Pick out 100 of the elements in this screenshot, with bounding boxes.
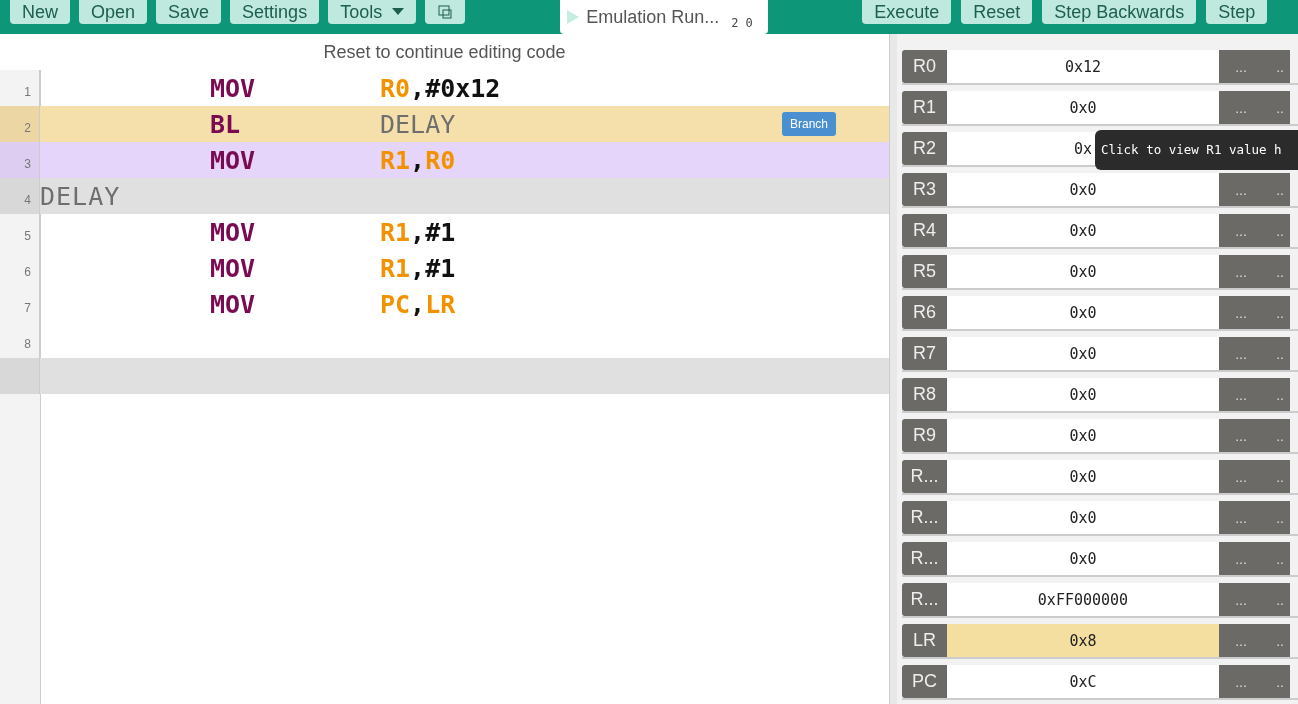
more-button[interactable]: ... <box>1219 665 1263 698</box>
more-button[interactable]: ... <box>1219 460 1263 493</box>
more-button[interactable]: .. <box>1263 255 1290 288</box>
more-button[interactable]: ... <box>1219 255 1263 288</box>
register-name: R0 <box>902 50 947 83</box>
register-value[interactable]: 0x0 <box>947 337 1219 370</box>
register-name: R3 <box>902 173 947 206</box>
register-name: R8 <box>902 378 947 411</box>
register-value[interactable]: 0x0 <box>947 255 1219 288</box>
register-name: R5 <box>902 255 947 288</box>
more-button[interactable]: ... <box>1219 214 1263 247</box>
status-text: Emulation Run... <box>586 6 720 28</box>
line-number: 8 <box>24 337 31 351</box>
more-button[interactable]: ... <box>1219 337 1263 370</box>
caret-icon <box>392 8 405 16</box>
more-button[interactable]: .. <box>1263 173 1290 206</box>
mnemonic: MOV <box>210 73 256 103</box>
more-button[interactable]: ... <box>1219 91 1263 124</box>
register-value[interactable]: 0x0 <box>947 378 1219 411</box>
branch-badge: Branch <box>782 112 837 136</box>
toolbar-button[interactable]: Settings <box>230 0 320 24</box>
register-name: R2 <box>902 132 947 165</box>
register-name: R... <box>902 501 947 534</box>
more-button[interactable]: .. <box>1263 624 1290 657</box>
register-value[interactable]: 0x0 <box>947 296 1219 329</box>
operands: R1,#1 <box>380 253 456 283</box>
operands: R0,#0x12 <box>380 73 501 103</box>
register-value[interactable]: 0x8 <box>947 624 1219 657</box>
line-number: 6 <box>24 265 31 279</box>
mnemonic: MOV <box>210 217 256 247</box>
mnemonic: MOV <box>210 253 256 283</box>
register-name: R6 <box>902 296 947 329</box>
toolbar-button[interactable]: Save <box>156 0 222 24</box>
more-button[interactable]: ... <box>1219 50 1263 83</box>
operands: DELAY <box>380 109 456 139</box>
mnemonic: MOV <box>210 145 256 175</box>
mnemonic: BL <box>210 109 241 139</box>
toolbar-button[interactable]: Open <box>79 0 148 24</box>
operands: PC,LR <box>380 289 456 319</box>
more-button[interactable]: ... <box>1219 173 1263 206</box>
register-name: R... <box>902 583 947 616</box>
register-value[interactable]: 0x0 <box>947 501 1219 534</box>
more-button[interactable]: ... <box>1219 296 1263 329</box>
more-button[interactable]: .. <box>1263 460 1290 493</box>
line-number: 3 <box>24 157 31 171</box>
register-value[interactable]: 0x0 <box>947 419 1219 452</box>
more-button[interactable]: .. <box>1263 91 1290 124</box>
operands: R1,R0 <box>380 145 456 175</box>
counter: 2 <box>731 16 739 30</box>
more-button[interactable]: .. <box>1263 501 1290 534</box>
more-button[interactable]: .. <box>1263 337 1290 370</box>
editor-notice: Reset to continue editing code <box>322 40 567 64</box>
more-button[interactable]: .. <box>1263 542 1290 575</box>
more-button[interactable]: .. <box>1263 50 1290 83</box>
more-button[interactable]: .. <box>1263 419 1290 452</box>
layout-button[interactable] <box>425 0 466 24</box>
more-button[interactable]: ... <box>1219 583 1263 616</box>
register-value[interactable]: 0x12 <box>947 50 1219 83</box>
more-button[interactable]: .. <box>1263 378 1290 411</box>
more-button[interactable]: ... <box>1219 501 1263 534</box>
register-name: PC <box>902 665 947 698</box>
line-number: 5 <box>24 229 31 243</box>
toolbar-button[interactable]: Execute <box>862 0 952 24</box>
tooltip: Click to view R1 value h <box>1095 130 1298 170</box>
tools-dropdown[interactable]: Tools <box>328 0 417 24</box>
more-button[interactable]: .. <box>1263 583 1290 616</box>
counter: 0 <box>745 16 753 30</box>
register-name: R9 <box>902 419 947 452</box>
line-number: 2 <box>24 121 31 135</box>
register-value[interactable]: 0x0 <box>947 173 1219 206</box>
line-number: 7 <box>24 301 31 315</box>
register-name: R7 <box>902 337 947 370</box>
toolbar-button[interactable]: Reset <box>961 0 1033 24</box>
register-name: R... <box>902 542 947 575</box>
register-value[interactable]: 0xFF000000 <box>947 583 1219 616</box>
toolbar-button[interactable]: New <box>10 0 70 24</box>
more-button[interactable]: ... <box>1219 624 1263 657</box>
toolbar-button[interactable]: Step Backwards <box>1042 0 1197 24</box>
operands: R1,#1 <box>380 217 456 247</box>
register-name: LR <box>902 624 947 657</box>
more-button[interactable]: .. <box>1263 214 1290 247</box>
register-value[interactable]: 0x0 <box>947 460 1219 493</box>
more-button[interactable]: ... <box>1219 378 1263 411</box>
more-button[interactable]: ... <box>1219 419 1263 452</box>
register-name: R1 <box>902 91 947 124</box>
code-label: DELAY <box>40 181 121 211</box>
register-value[interactable]: 0x0 <box>947 91 1219 124</box>
register-value[interactable]: 0x0 <box>947 214 1219 247</box>
register-value[interactable]: 0x0 <box>947 542 1219 575</box>
register-value[interactable]: 0xC <box>947 665 1219 698</box>
play-icon <box>566 9 581 25</box>
register-name: R... <box>902 460 947 493</box>
mnemonic: MOV <box>210 289 256 319</box>
window-icon <box>437 4 454 20</box>
line-number: 1 <box>24 85 31 99</box>
more-button[interactable]: .. <box>1263 296 1290 329</box>
more-button[interactable]: ... <box>1219 542 1263 575</box>
more-button[interactable]: .. <box>1263 665 1290 698</box>
register-name: R4 <box>902 214 947 247</box>
toolbar-button[interactable]: Step <box>1206 0 1268 24</box>
